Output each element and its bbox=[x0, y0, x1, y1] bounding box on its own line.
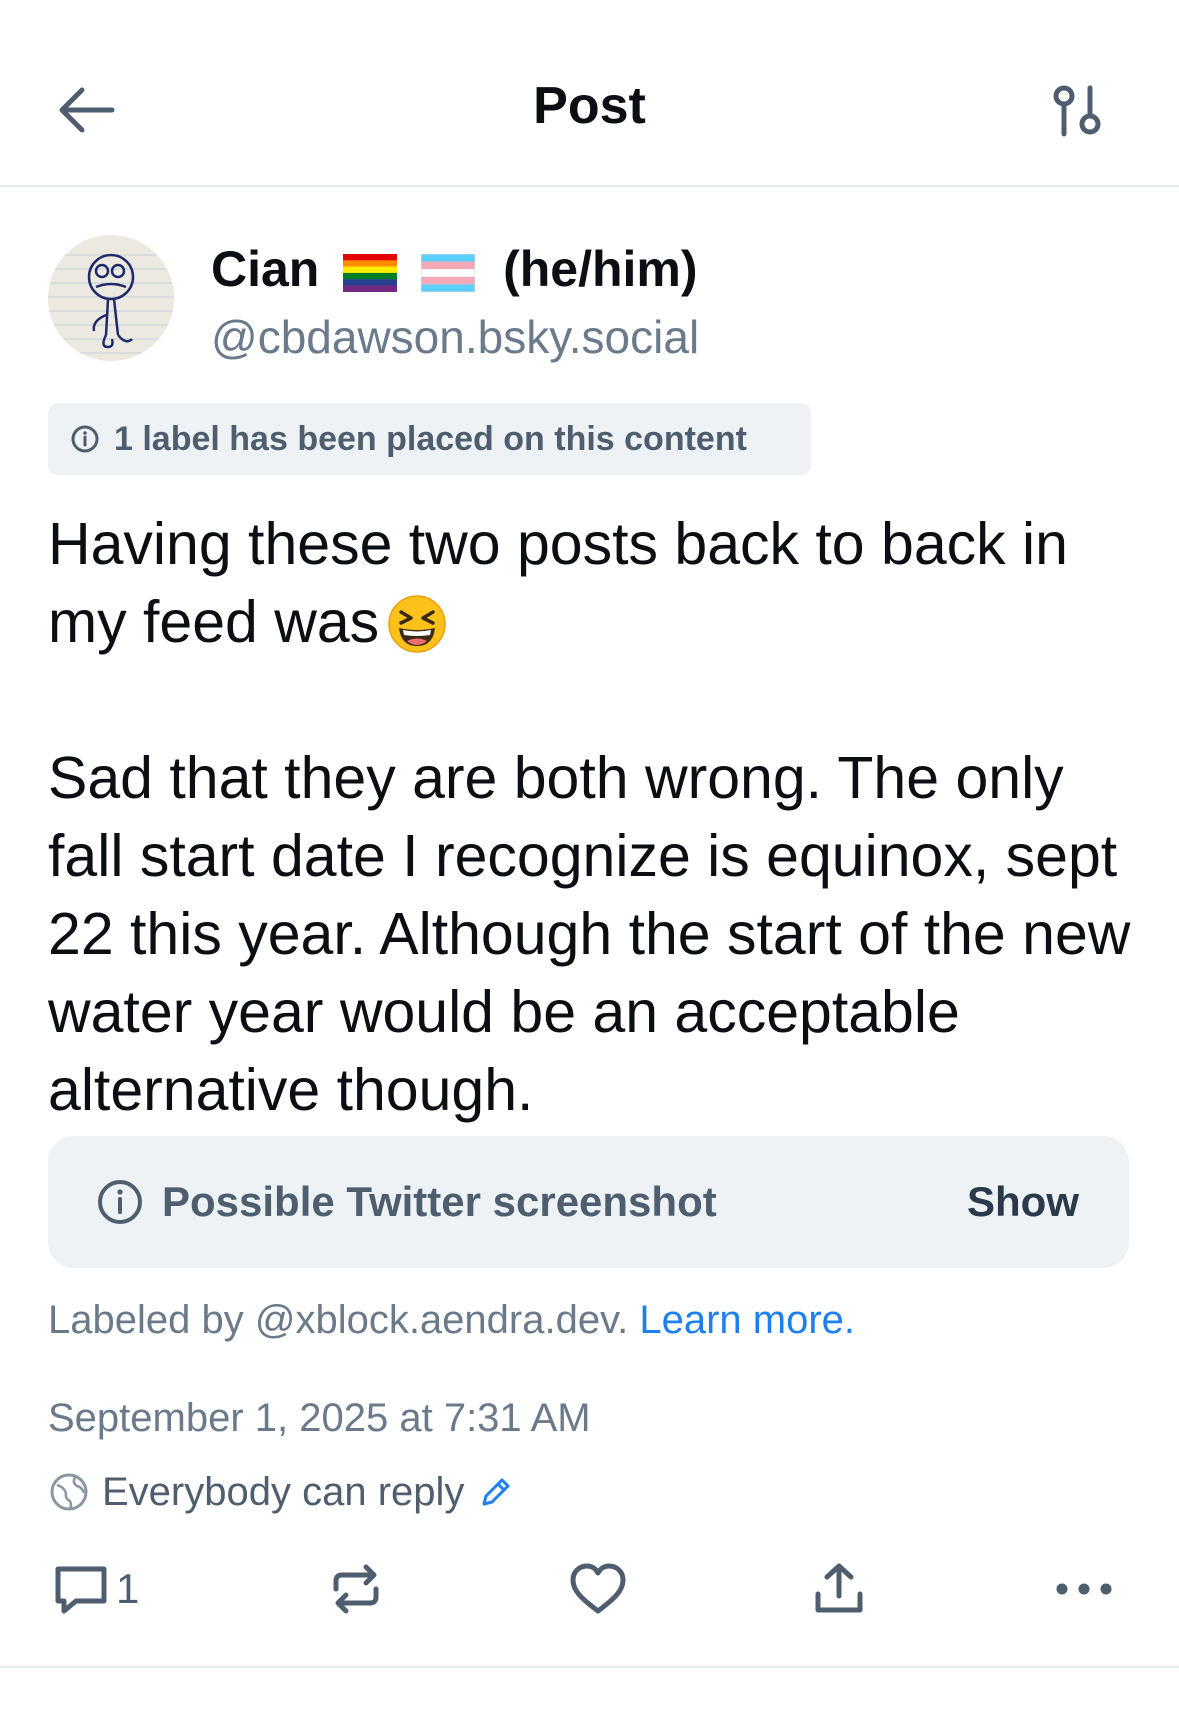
divider bbox=[0, 1666, 1179, 1668]
content-warning-box[interactable]: Possible Twitter screenshot Show bbox=[48, 1136, 1129, 1268]
rainbow-flag-emoji bbox=[343, 253, 398, 292]
label-notice-pill[interactable]: 1 label has been placed on this content bbox=[48, 403, 811, 475]
ellipsis-icon bbox=[1056, 1583, 1112, 1595]
label-notice-text: 1 label has been placed on this content bbox=[114, 419, 747, 458]
thread-settings-button[interactable] bbox=[1050, 82, 1106, 140]
post-action-bar: 1 bbox=[0, 1554, 1179, 1624]
post-timestamp: September 1, 2025 at 7:31 AM bbox=[48, 1396, 591, 1440]
page-title: Post bbox=[533, 77, 646, 135]
sliders-icon bbox=[1053, 85, 1101, 137]
globe-icon bbox=[50, 1473, 88, 1511]
reply-button[interactable]: 1 bbox=[52, 1554, 139, 1624]
more-options-button[interactable] bbox=[1054, 1554, 1114, 1624]
share-button[interactable] bbox=[812, 1554, 866, 1624]
top-bar: Post bbox=[0, 0, 1179, 187]
post-text-line-1: Having these two posts back to back in m… bbox=[48, 511, 1068, 655]
heart-icon bbox=[570, 1563, 626, 1614]
info-circle-icon bbox=[98, 1180, 142, 1224]
info-circle-icon bbox=[71, 425, 99, 453]
author-handle[interactable]: @cbdawson.bsky.social bbox=[211, 310, 699, 364]
repost-button[interactable] bbox=[328, 1554, 384, 1624]
pencil-icon[interactable] bbox=[478, 1474, 514, 1510]
post-page: Post Cian (he/him) @cbdawson.bsky.social… bbox=[0, 0, 1179, 1713]
show-content-button[interactable]: Show bbox=[967, 1178, 1079, 1226]
reply-count: 1 bbox=[116, 1565, 140, 1612]
grinning-squinting-face-emoji bbox=[388, 595, 446, 653]
transgender-flag-emoji bbox=[421, 253, 476, 292]
post-text-paragraph-2: Sad that they are both wrong. The only f… bbox=[48, 745, 1131, 1123]
labeled-by-text: Labeled by @xblock.aendra.dev. Learn mor… bbox=[48, 1298, 855, 1343]
author-pronouns: (he/him) bbox=[503, 241, 698, 297]
like-button[interactable] bbox=[568, 1554, 628, 1624]
author-display-name[interactable]: Cian (he/him) bbox=[211, 240, 698, 298]
labeled-by-prefix: Labeled by @xblock.aendra.dev. bbox=[48, 1298, 629, 1342]
sketch-avatar-image bbox=[48, 235, 174, 361]
repost-icon bbox=[333, 1564, 379, 1614]
speech-bubble-icon bbox=[55, 1566, 107, 1614]
author-avatar[interactable] bbox=[48, 235, 174, 361]
reply-setting[interactable]: Everybody can reply bbox=[48, 1466, 514, 1518]
reply-setting-text: Everybody can reply bbox=[102, 1469, 465, 1514]
author-name-text: Cian bbox=[211, 241, 320, 297]
post-text-paragraph-1: Having these two posts back to back in m… bbox=[48, 505, 1148, 661]
learn-more-link[interactable]: Learn more. bbox=[639, 1298, 855, 1342]
post-text: Having these two posts back to back in m… bbox=[48, 505, 1148, 1129]
share-icon bbox=[815, 1563, 863, 1613]
content-warning-label: Possible Twitter screenshot bbox=[162, 1178, 717, 1225]
